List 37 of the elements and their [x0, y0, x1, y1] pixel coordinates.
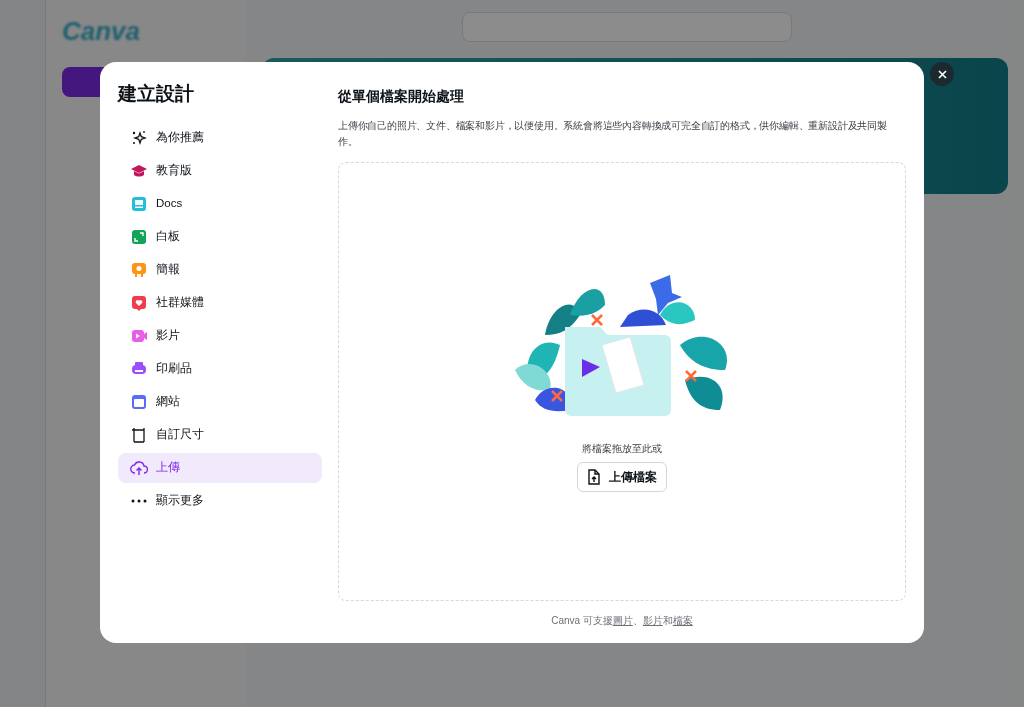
link[interactable]: 圖片: [612, 615, 633, 626]
section-heading: 從單個檔案開始處理: [338, 87, 464, 106]
whiteboard-icon: [131, 228, 147, 245]
video-camera-icon: [130, 327, 148, 344]
menu-item[interactable]: 影片: [118, 320, 322, 351]
link[interactable]: 影片: [642, 615, 663, 626]
menu-item[interactable]: 印刷品: [118, 353, 322, 384]
menu-item[interactable]: 簡報: [118, 254, 322, 285]
browser-window-icon: [131, 393, 147, 410]
menu-item[interactable]: Docs: [118, 188, 322, 219]
sparkle-icon: [131, 129, 147, 146]
drop-zone[interactable]: 將檔案拖放至此或 上傳檔案: [338, 162, 906, 601]
file-upload-icon: [587, 469, 601, 485]
menu-item[interactable]: 顯示更多: [118, 485, 322, 516]
close-icon: [937, 69, 947, 79]
graduation-cap-icon: [130, 163, 148, 178]
menu-item[interactable]: 白板: [118, 221, 322, 252]
heart-icon: [131, 294, 147, 311]
menu-item[interactable]: 上傳: [118, 452, 322, 483]
printer-icon: [131, 360, 147, 377]
cloud-upload-icon: [130, 459, 148, 476]
menu-item[interactable]: 為你推薦: [118, 122, 322, 153]
menu-item[interactable]: 社群媒體: [118, 287, 322, 318]
drop-hint: 將檔案拖放至此或: [582, 442, 662, 456]
dialog-title: 建立設計: [118, 82, 194, 106]
logo: Canva: [62, 15, 141, 48]
docs-icon: [131, 195, 147, 212]
menu-item[interactable]: 網站: [118, 386, 322, 417]
more-dots-icon: [131, 498, 147, 503]
menu-item[interactable]: 教育版: [118, 155, 322, 186]
description-text: 上傳你自己的照片、文件、檔案和影片，以便使用。系統會將這些內容轉換成可完全自訂的格式，供你編輯、重新設計及共同製作。: [338, 119, 888, 149]
upload-file-button[interactable]: 上傳檔案: [577, 462, 667, 492]
presentation-icon: [131, 261, 147, 278]
menu-item[interactable]: 自訂尺寸: [118, 419, 322, 450]
supported-types-text: Canva 可支援圖片、影片和檔案: [551, 614, 693, 628]
resize-frame-icon: [130, 425, 148, 444]
link[interactable]: 檔案: [672, 615, 693, 626]
